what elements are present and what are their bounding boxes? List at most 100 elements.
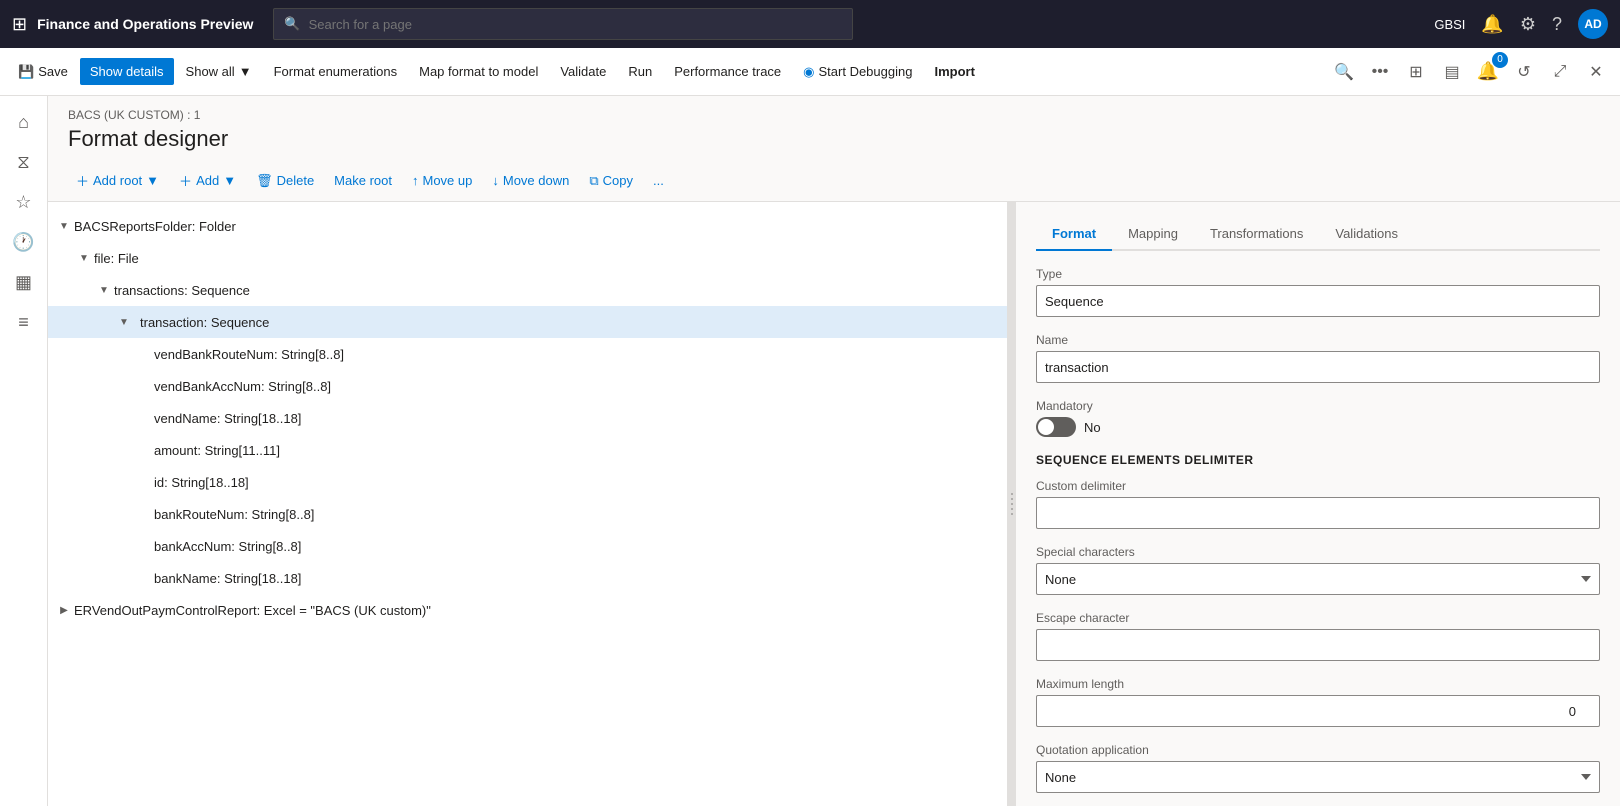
start-debugging-button[interactable]: ◉ Start Debugging [793, 58, 922, 86]
tree-item[interactable]: vendName: String[18..18] [48, 402, 1007, 434]
avatar[interactable]: AD [1578, 9, 1608, 39]
tree-item[interactable]: ▼transactions: Sequence [48, 274, 1007, 306]
region-label: GBSI [1434, 17, 1465, 32]
sidenav-clock-icon[interactable]: 🕐 [6, 224, 42, 260]
toolbar-sidebar-icon[interactable]: ▤ [1436, 56, 1468, 88]
quotation-application-select[interactable]: NoneAlwaysWhen required [1036, 761, 1600, 793]
custom-delimiter-input[interactable] [1036, 497, 1600, 529]
toolbar-close-icon[interactable]: ✕ [1580, 56, 1612, 88]
tree-toggle-icon[interactable]: ▼ [56, 218, 72, 234]
special-characters-label: Special characters [1036, 545, 1600, 559]
tree-toggle-icon[interactable] [136, 442, 152, 458]
performance-trace-button[interactable]: Performance trace [664, 58, 791, 85]
tree-item-label: transactions: Sequence [114, 283, 250, 298]
tree-toggle-icon[interactable]: ▼ [76, 250, 92, 266]
sidenav-dashboard-icon[interactable]: ▦ [6, 264, 42, 300]
tree-item[interactable]: ▼file: File [48, 242, 1007, 274]
tree-toggle-icon[interactable] [136, 378, 152, 394]
move-up-button[interactable]: ↑ Move up [404, 168, 480, 193]
tree-toggle-icon[interactable] [136, 506, 152, 522]
search-input[interactable] [309, 17, 843, 32]
sidenav-home-icon[interactable]: ⌂ [6, 104, 42, 140]
tab-format[interactable]: Format [1036, 218, 1112, 251]
make-root-button[interactable]: Make root [326, 168, 400, 193]
custom-delimiter-field-group: Custom delimiter [1036, 479, 1600, 529]
mandatory-toggle-row: No [1036, 417, 1600, 437]
tree-item[interactable]: bankAccNum: String[8..8] [48, 530, 1007, 562]
save-icon: 💾 [18, 64, 34, 80]
show-details-button[interactable]: Show details [80, 58, 174, 85]
tree-item[interactable]: id: String[18..18] [48, 466, 1007, 498]
show-all-button[interactable]: Show all ▼ [176, 58, 262, 85]
search-box[interactable]: 🔍 [273, 8, 853, 40]
import-button[interactable]: Import [924, 58, 984, 85]
tree-item[interactable]: vendBankRouteNum: String[8..8] [48, 338, 1007, 370]
mandatory-label: Mandatory [1036, 399, 1600, 413]
side-navigation: ⌂ ⧖ ☆ 🕐 ▦ ≡ [0, 96, 48, 806]
app-grid-icon[interactable]: ⊞ [12, 14, 27, 35]
more-options-button[interactable]: ... [645, 168, 672, 193]
tree-toggle-icon[interactable]: ▼ [116, 314, 132, 330]
toolbar-more-icon[interactable]: ••• [1364, 56, 1396, 88]
tree-toggle-icon[interactable]: ▶ [56, 602, 72, 618]
notification-count: 0 [1492, 52, 1508, 68]
tree-toggle-icon[interactable] [136, 474, 152, 490]
copy-icon: ⧉ [589, 173, 598, 189]
type-field-group: Type [1036, 267, 1600, 317]
show-all-chevron-icon: ▼ [239, 64, 252, 79]
tree-item[interactable]: bankRouteNum: String[8..8] [48, 498, 1007, 530]
tab-mapping[interactable]: Mapping [1112, 218, 1194, 251]
tab-transformations[interactable]: Transformations [1194, 218, 1319, 251]
map-format-to-model-button[interactable]: Map format to model [409, 58, 548, 85]
move-down-button[interactable]: ↓ Move down [484, 168, 577, 193]
help-icon[interactable]: ? [1552, 14, 1562, 35]
copy-button[interactable]: ⧉ Copy [581, 168, 641, 194]
tree-toggle-icon[interactable] [136, 346, 152, 362]
split-view: ▼BACSReportsFolder: Folder▼file: File▼tr… [48, 202, 1620, 806]
notification-icon[interactable]: 🔔 [1481, 14, 1503, 35]
add-button[interactable]: ＋ Add ▼ [171, 166, 244, 195]
tree-toggle-icon[interactable] [136, 538, 152, 554]
delete-icon: 🗑 [256, 173, 273, 189]
validate-button[interactable]: Validate [550, 58, 616, 85]
delete-button[interactable]: 🗑 Delete [248, 168, 322, 194]
tree-item[interactable]: ▶ERVendOutPaymControlReport: Excel = "BA… [48, 594, 1007, 626]
tree-toggle-icon[interactable] [136, 410, 152, 426]
tree-item[interactable]: bankName: String[18..18] [48, 562, 1007, 594]
breadcrumb: BACS (UK CUSTOM) : 1 [68, 108, 1600, 122]
resize-handle[interactable] [1008, 202, 1016, 806]
name-input[interactable] [1036, 351, 1600, 383]
save-button[interactable]: 💾 Save [8, 58, 78, 86]
tree-toggle-icon[interactable]: ▼ [96, 282, 112, 298]
tree-item[interactable]: amount: String[11..11] [48, 434, 1007, 466]
toolbar-notification-icon[interactable]: 🔔 0 [1472, 56, 1504, 88]
tree-item[interactable]: ▼transaction: Sequence [48, 306, 1007, 338]
sidenav-list-icon[interactable]: ≡ [6, 304, 42, 340]
tree-toggle-icon[interactable] [136, 570, 152, 586]
add-root-button[interactable]: ＋ Add root ▼ [68, 166, 167, 195]
escape-character-input[interactable] [1036, 629, 1600, 661]
toolbar-search-icon[interactable]: 🔍 [1328, 56, 1360, 88]
toolbar-grid-icon[interactable]: ⊞ [1400, 56, 1432, 88]
sidenav-filter-icon[interactable]: ⧖ [6, 144, 42, 180]
toolbar-expand-icon[interactable]: ⤢ [1544, 56, 1576, 88]
toolbar-refresh-icon[interactable]: ↺ [1508, 56, 1540, 88]
settings-icon[interactable]: ⚙ [1520, 14, 1536, 35]
special-characters-select[interactable]: NoneNew lineCarriage returnForm feed [1036, 563, 1600, 595]
mandatory-toggle[interactable] [1036, 417, 1076, 437]
type-input[interactable] [1036, 285, 1600, 317]
type-label: Type [1036, 267, 1600, 281]
tree-item[interactable]: ▼BACSReportsFolder: Folder [48, 210, 1007, 242]
format-enumerations-button[interactable]: Format enumerations [264, 58, 408, 85]
maximum-length-input[interactable] [1036, 695, 1600, 727]
tab-validations[interactable]: Validations [1319, 218, 1414, 251]
maximum-length-label: Maximum length [1036, 677, 1600, 691]
main-toolbar: 💾 Save Show details Show all ▼ Format en… [0, 48, 1620, 96]
custom-delimiter-label: Custom delimiter [1036, 479, 1600, 493]
app-title: Finance and Operations Preview [37, 16, 253, 32]
tree-panel: ▼BACSReportsFolder: Folder▼file: File▼tr… [48, 202, 1008, 806]
run-button[interactable]: Run [618, 58, 662, 85]
tree-item[interactable]: vendBankAccNum: String[8..8] [48, 370, 1007, 402]
sidenav-star-icon[interactable]: ☆ [6, 184, 42, 220]
tree-item-label: vendName: String[18..18] [154, 411, 301, 426]
